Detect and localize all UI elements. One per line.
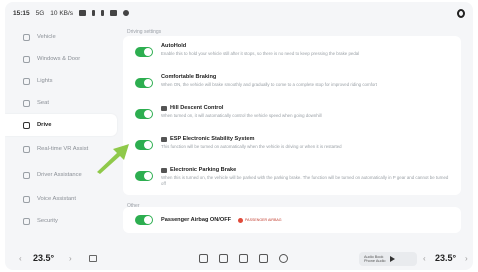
setting-title: Hill Descent Control bbox=[170, 105, 224, 111]
battery-icon bbox=[110, 10, 118, 16]
passenger-airbag-toggle[interactable] bbox=[135, 215, 153, 225]
wifi-icon bbox=[92, 10, 96, 16]
volume-icon[interactable] bbox=[89, 255, 97, 262]
setting-description: When turned on, it will automatically co… bbox=[161, 113, 322, 118]
sidebar-item-security[interactable]: Security bbox=[5, 210, 117, 232]
sidebar-item-label: Voice Assistant bbox=[37, 195, 76, 202]
sidebar-item-voice-assistant[interactable]: Voice Assistant bbox=[5, 188, 117, 210]
temperature-left[interactable]: 23.5° bbox=[33, 253, 54, 263]
clock-icon bbox=[123, 10, 130, 16]
settings-sidebar: Vehicle Windows & Door Lights Seat Drive… bbox=[5, 26, 117, 244]
setting-hill-descent: Hill Descent Control When turned on, it … bbox=[123, 100, 461, 131]
car-icon[interactable] bbox=[259, 254, 268, 263]
setting-title: Electronic Parking Brake bbox=[170, 167, 237, 173]
sidebar-item-label: Vehicle bbox=[37, 33, 56, 40]
airbag-status-badge: PASSENGER AIRBAG bbox=[238, 217, 282, 223]
status-bar: 15:15 5G 10 KB/s bbox=[5, 2, 473, 24]
seat-icon bbox=[23, 99, 30, 107]
navigation-icon[interactable] bbox=[279, 254, 288, 263]
esp-toggle[interactable] bbox=[135, 140, 153, 150]
setting-description: Enable this to hold your vehicle still a… bbox=[161, 51, 360, 56]
temp-up-right-icon[interactable]: › bbox=[465, 254, 468, 263]
temperature-right[interactable]: 23.5° bbox=[435, 253, 456, 263]
sidebar-item-label: Driver Assistance bbox=[37, 171, 82, 178]
esp-icon bbox=[161, 136, 167, 142]
sidebar-item-label: Lights bbox=[37, 77, 53, 84]
temp-down-right-icon[interactable]: ‹ bbox=[423, 254, 426, 263]
grid-apps-icon[interactable] bbox=[199, 254, 208, 263]
setting-title-row: Passenger Airbag ON/OFF PASSENGER AIRBAG bbox=[161, 217, 453, 223]
setting-title: Passenger Airbag ON/OFF bbox=[161, 217, 232, 223]
setting-title-row: ESP Electronic Stability System bbox=[161, 136, 453, 142]
parking-brake-toggle[interactable] bbox=[135, 171, 153, 181]
parking-brake-icon bbox=[161, 167, 167, 173]
fan-icon[interactable] bbox=[219, 254, 228, 263]
autohold-toggle[interactable] bbox=[135, 47, 153, 57]
comfortable-braking-toggle[interactable] bbox=[135, 78, 153, 88]
highlight-arrow-icon bbox=[97, 144, 129, 174]
setting-autohold: AutoHold Enable this to hold your vehicl… bbox=[123, 38, 461, 69]
driving-settings-panel: AutoHold Enable this to hold your vehicl… bbox=[123, 36, 461, 195]
setting-title: AutoHold bbox=[161, 43, 187, 49]
signal-icon bbox=[79, 10, 87, 16]
hill-descent-icon bbox=[161, 105, 167, 111]
setting-parking-brake: Electronic Parking Brake When this is tu… bbox=[123, 162, 461, 193]
setting-title: ESP Electronic Stability System bbox=[170, 136, 255, 142]
setting-description: When ON, the vehicle will brake smoothly… bbox=[161, 82, 377, 87]
setting-comfortable-braking: Comfortable Braking When ON, the vehicle… bbox=[123, 69, 461, 100]
status-speed: 10 KB/s bbox=[50, 9, 74, 17]
setting-title: Comfortable Braking bbox=[161, 74, 217, 80]
setting-esp: ESP Electronic Stability System This fun… bbox=[123, 131, 461, 162]
airbag-icon bbox=[238, 217, 244, 223]
sidebar-item-label: Seat bbox=[37, 99, 49, 106]
sidebar-item-label: Real-time VR Assist bbox=[37, 145, 89, 152]
hill-descent-toggle[interactable] bbox=[135, 109, 153, 119]
temp-up-left-icon[interactable]: › bbox=[69, 254, 72, 263]
vr-icon bbox=[23, 145, 30, 153]
setting-title-row: Electronic Parking Brake bbox=[161, 167, 453, 173]
setting-description: When this is turned on, the vehicle will… bbox=[161, 175, 449, 186]
shield-icon bbox=[23, 217, 30, 225]
play-icon[interactable] bbox=[389, 256, 395, 262]
section-title-other: Other bbox=[127, 203, 140, 209]
sidebar-item-label: Security bbox=[37, 217, 58, 224]
screen: 15:15 5G 10 KB/s Vehicle Windows & Door … bbox=[5, 2, 473, 270]
setting-title-row: Hill Descent Control bbox=[161, 105, 453, 111]
sidebar-item-lights[interactable]: Lights bbox=[5, 70, 117, 92]
music-icon[interactable] bbox=[239, 254, 248, 263]
media-widget[interactable]: Audio Book Phone Audio bbox=[359, 252, 417, 266]
other-settings-panel: Passenger Airbag ON/OFF PASSENGER AIRBAG bbox=[123, 207, 461, 233]
voice-icon bbox=[23, 195, 30, 203]
bluetooth-icon bbox=[101, 10, 105, 16]
status-network: 5G bbox=[35, 9, 45, 17]
airbag-badge-label: PASSENGER AIRBAG bbox=[245, 218, 282, 222]
bottom-dock: ‹ 23.5° › Audio Book Phone Audio ‹ 23.5°… bbox=[5, 248, 473, 270]
light-icon bbox=[23, 77, 30, 85]
window-icon bbox=[23, 55, 30, 63]
status-time: 15:15 bbox=[13, 9, 30, 17]
driver-assist-icon bbox=[23, 171, 30, 179]
sidebar-item-drive[interactable]: Drive bbox=[5, 114, 117, 136]
settings-content: Driving settings AutoHold Enable this to… bbox=[117, 24, 467, 244]
sidebar-item-seat[interactable]: Seat bbox=[5, 92, 117, 114]
sidebar-item-label: Drive bbox=[37, 121, 52, 128]
setting-description: This function will be turned on automati… bbox=[161, 144, 342, 149]
section-title-driving: Driving settings bbox=[127, 29, 162, 35]
vehicle-icon bbox=[23, 33, 30, 41]
temp-down-left-icon[interactable]: ‹ bbox=[19, 254, 22, 263]
media-subtitle: Phone Audio bbox=[364, 259, 386, 263]
sidebar-item-label: Windows & Door bbox=[37, 55, 81, 62]
setting-passenger-airbag: Passenger Airbag ON/OFF PASSENGER AIRBAG bbox=[123, 209, 461, 231]
sidebar-item-vehicle[interactable]: Vehicle bbox=[5, 26, 117, 48]
sidebar-item-windows-door[interactable]: Windows & Door bbox=[5, 48, 117, 70]
steering-wheel-icon bbox=[23, 121, 30, 129]
profile-icon[interactable] bbox=[457, 9, 465, 18]
